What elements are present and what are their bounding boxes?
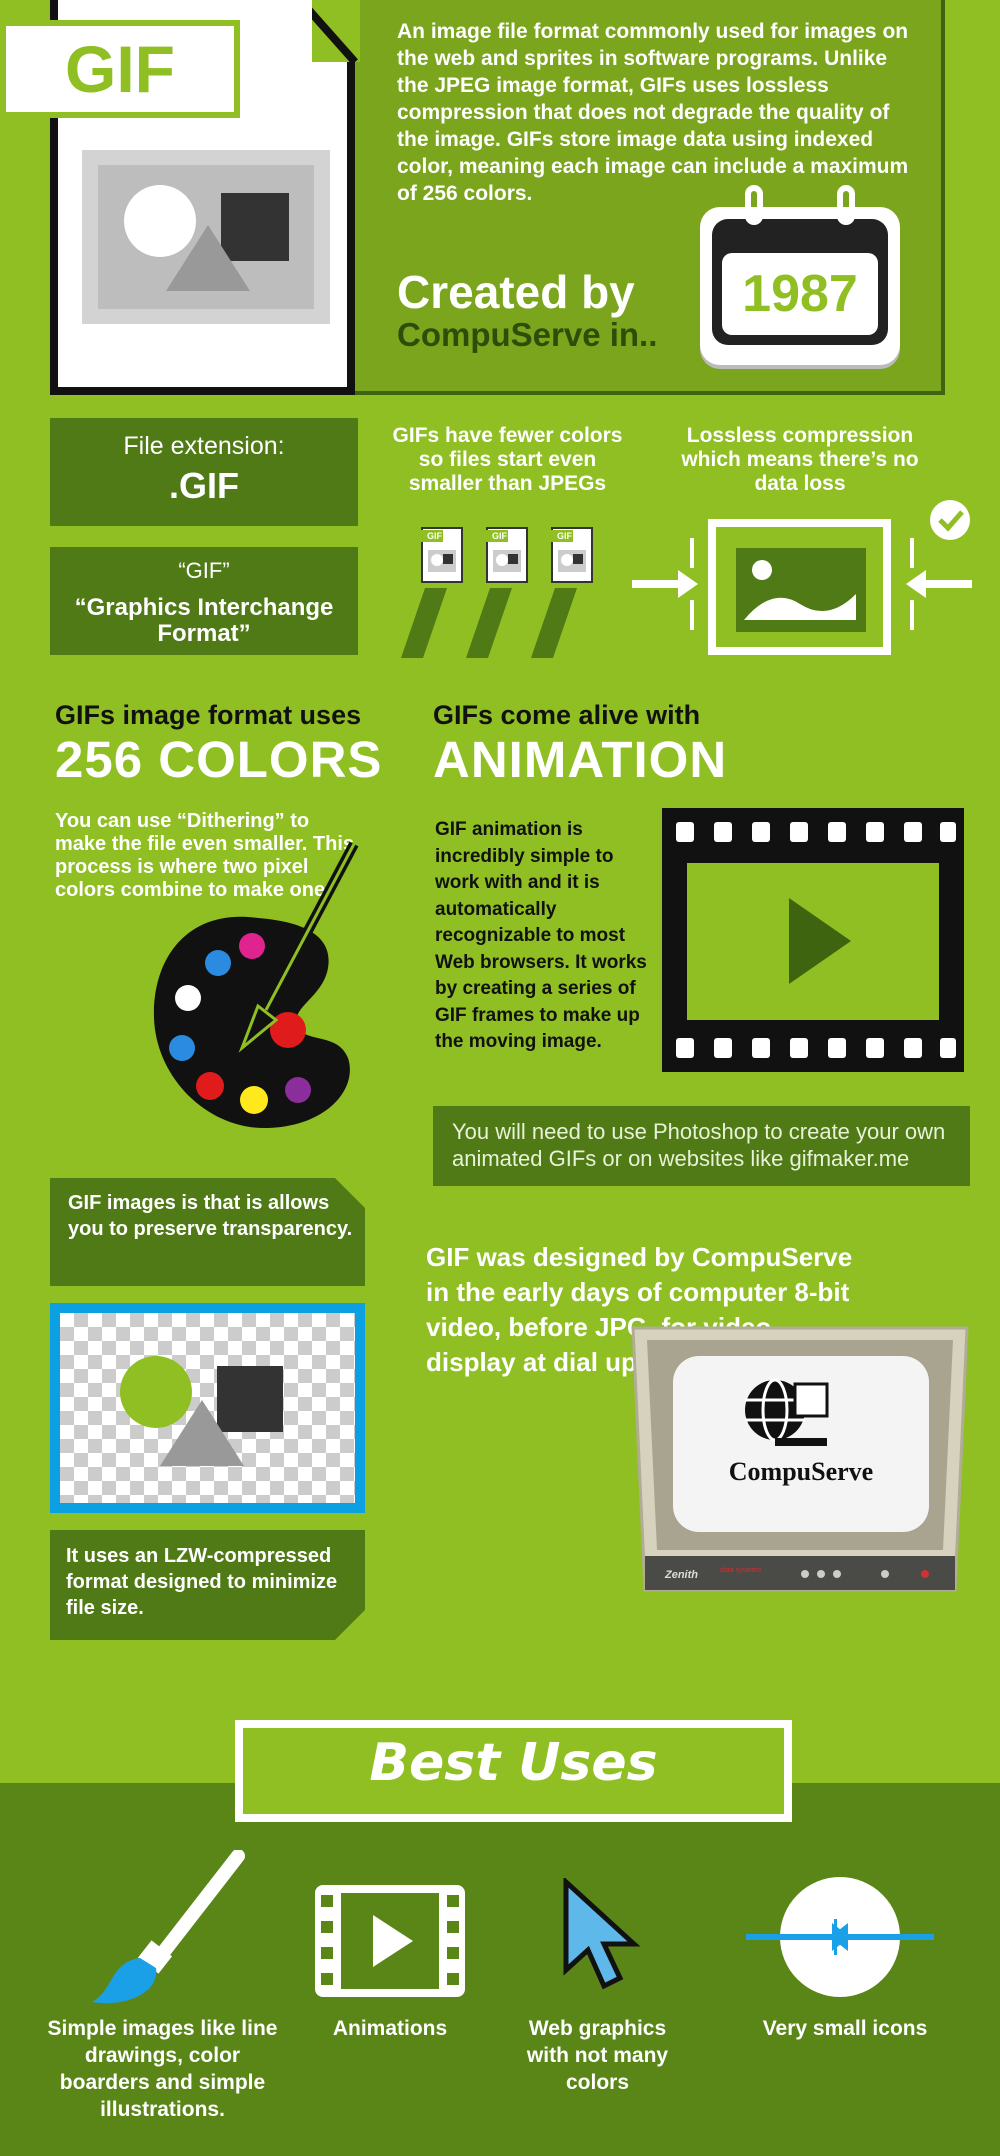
- lossless-compression-icon: [632, 500, 972, 655]
- lossless-fact: Lossless compression which means there’s…: [681, 424, 919, 495]
- calendar-icon: 1987: [700, 185, 900, 365]
- animation-title: ANIMATION: [433, 731, 728, 788]
- gif-tag-label: GIF: [0, 20, 240, 118]
- small-file-tag-3: GIF: [557, 531, 573, 541]
- best-use-3-label: Web graphics with not many colors: [526, 2017, 669, 2094]
- calendar-ring-right: [837, 185, 855, 225]
- gif-tag-text: GIF: [65, 32, 175, 106]
- small-file-tag-1: GIF: [427, 531, 443, 541]
- cursor-icon: [563, 1878, 641, 1990]
- colors-heading: GIFs image format uses: [55, 700, 362, 730]
- best-uses-title: Best Uses: [369, 1733, 658, 1793]
- small-file-tag-2: GIF: [492, 531, 508, 541]
- photoshop-note: You will need to use Photoshop to create…: [452, 1119, 946, 1171]
- paintbrush-icon: [92, 1850, 245, 2004]
- shrink-circle-icon: [746, 1877, 934, 1997]
- transparent-shapes-icon: [120, 1356, 283, 1466]
- lzw-text: It uses an LZW-compressed format designe…: [66, 1545, 338, 1619]
- transparency-text: GIF images is that is allows you to pres…: [68, 1192, 353, 1240]
- tv-brand-sub: data systems: [720, 1567, 762, 1574]
- calendar-ring-left: [745, 185, 763, 225]
- animation-description: GIF animation is incredibly simple to wo…: [435, 819, 647, 1052]
- compuserve-logo-text: CompuServe: [729, 1457, 873, 1486]
- tv-brand: Zenith: [664, 1569, 698, 1581]
- gif-description: An image file format commonly used for i…: [397, 20, 909, 205]
- small-files-icon: GIF GIF GIF: [401, 527, 593, 658]
- animation-heading: GIFs come alive with: [433, 700, 701, 730]
- retro-monitor-icon: CompuServe Zenith data systems: [631, 1326, 969, 1592]
- document-fold-icon: [300, 0, 360, 65]
- extension-value: .GIF: [169, 465, 239, 506]
- creator-name: CompuServe in..: [397, 316, 658, 353]
- shapes-image-icon: [124, 185, 289, 291]
- format-acronym: “GIF”: [178, 558, 230, 583]
- best-use-4-label: Very small icons: [762, 2017, 928, 2040]
- calendar-year: 1987: [742, 265, 858, 323]
- best-use-2-label: Animations: [332, 2017, 448, 2040]
- created-by-heading: Created by: [397, 266, 635, 318]
- fewer-colors-fact: GIFs have fewer colors so files start ev…: [392, 424, 623, 495]
- format-full-name: “Graphics Interchange Format”: [74, 594, 334, 647]
- film-play-icon: [315, 1885, 465, 1997]
- colors-title: 256 COLORS: [55, 731, 383, 788]
- best-use-1-label: Simple images like line drawings, color …: [47, 2017, 278, 2121]
- play-icon: [789, 898, 851, 984]
- palette-icon: [153, 841, 359, 1129]
- extension-label: File extension:: [123, 432, 285, 460]
